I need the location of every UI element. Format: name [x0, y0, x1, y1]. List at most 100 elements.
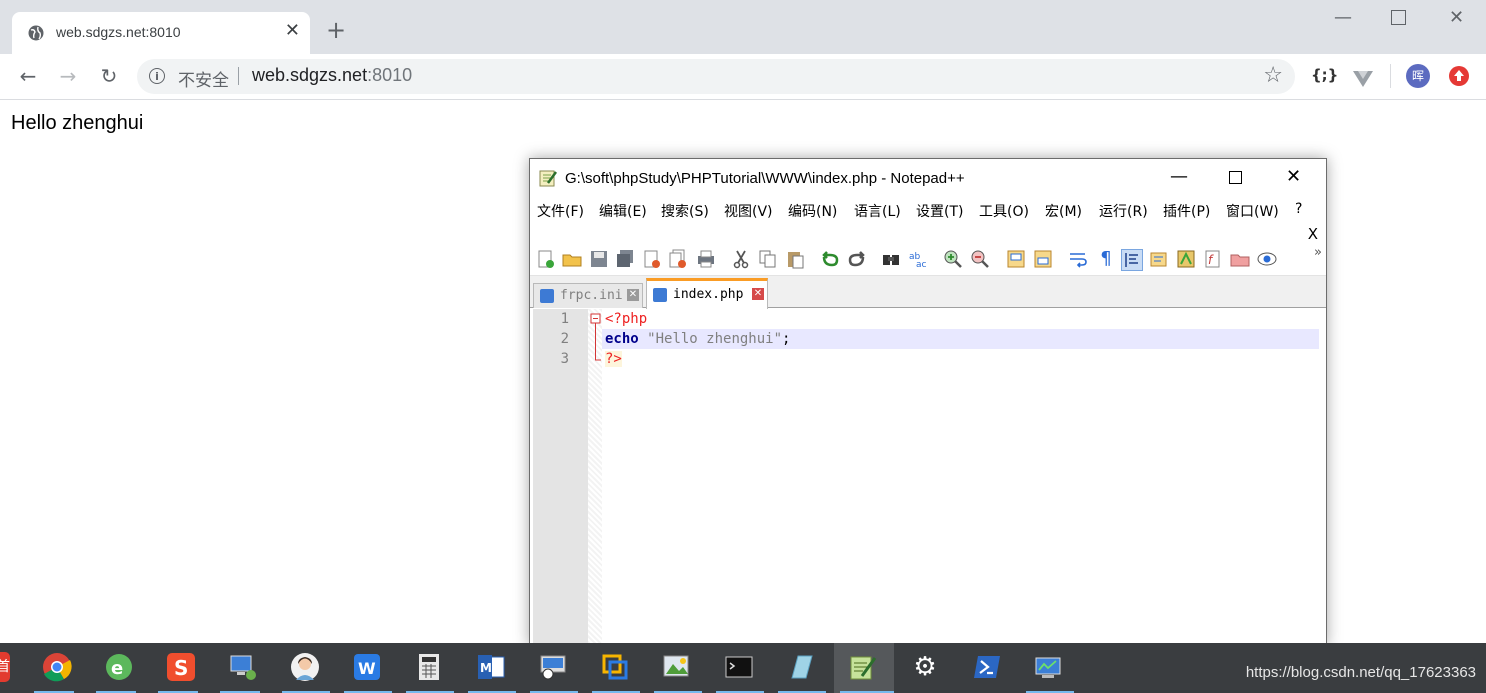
outlook-app-icon[interactable]: M — [476, 652, 506, 682]
zoom-in-icon[interactable] — [943, 249, 963, 269]
close-all-icon[interactable] — [668, 249, 688, 269]
monitoring-icon[interactable] — [1257, 249, 1277, 269]
undo-icon[interactable] — [820, 249, 840, 269]
copy-icon[interactable] — [758, 249, 778, 269]
word-wrap-icon[interactable] — [1068, 249, 1088, 269]
menu-file[interactable]: 文件(F) — [537, 201, 584, 221]
close-file-icon[interactable] — [642, 249, 662, 269]
tab-close-icon[interactable]: ✕ — [285, 21, 300, 41]
save-all-icon[interactable] — [615, 249, 635, 269]
function-list-icon[interactable]: f — [1203, 249, 1223, 269]
menu-run[interactable]: 运行(R) — [1099, 201, 1148, 221]
menu-tools[interactable]: 工具(O) — [979, 201, 1029, 221]
doc-map-icon[interactable] — [1176, 249, 1196, 269]
info-icon[interactable]: i — [149, 68, 165, 84]
chrome-icon[interactable] — [42, 652, 72, 682]
tab-label: frpc.ini — [560, 288, 623, 303]
json-extension-icon[interactable]: {;} — [1311, 66, 1338, 88]
menu-settings[interactable]: 设置(T) — [916, 201, 963, 221]
close-document-button[interactable]: X — [1308, 225, 1318, 243]
address-bar[interactable]: i 不安全 web.sdgzs.net:8010 ☆ — [137, 59, 1295, 94]
cut-icon[interactable] — [731, 249, 751, 269]
menu-window[interactable]: 窗口(W) — [1226, 201, 1279, 221]
tab-close-icon[interactable]: ✕ — [752, 288, 764, 300]
line-number: 2 — [560, 331, 569, 347]
bookmark-star-icon[interactable]: ☆ — [1263, 63, 1283, 88]
new-tab-button[interactable]: + — [326, 18, 346, 42]
vue-devtools-icon[interactable] — [1352, 68, 1374, 90]
browser-tab[interactable]: web.sdgzs.net:8010 ✕ — [12, 12, 310, 54]
back-icon[interactable]: ← — [16, 64, 40, 88]
image-viewer-icon[interactable] — [662, 652, 692, 682]
powershell-icon[interactable] — [972, 652, 1002, 682]
line-number: 3 — [560, 351, 569, 367]
notepadpp-app-icon — [539, 170, 557, 187]
avatar-app-icon[interactable] — [290, 652, 320, 682]
semicolon: ; — [782, 331, 791, 347]
sync-horizontal-icon[interactable] — [1033, 249, 1053, 269]
php-open-tag: <?php — [605, 311, 648, 327]
find-icon[interactable] — [881, 249, 901, 269]
url-text[interactable]: web.sdgzs.net:8010 — [252, 65, 412, 86]
menu-help[interactable]: ? — [1295, 201, 1302, 217]
npp-maximize-icon[interactable] — [1229, 171, 1242, 184]
svg-text:e: e — [111, 658, 123, 679]
calculator-icon[interactable] — [414, 652, 444, 682]
menu-edit[interactable]: 编辑(E) — [599, 201, 647, 221]
profile-avatar[interactable]: 晖 — [1406, 64, 1430, 88]
network-computer-icon[interactable] — [228, 652, 258, 682]
paste-icon[interactable] — [785, 249, 805, 269]
remote-desktop-icon[interactable] — [538, 652, 568, 682]
forward-icon[interactable]: → — [56, 64, 80, 88]
npp-toolbar: ab ac ¶ f » — [530, 245, 1326, 276]
sync-vertical-icon[interactable] — [1006, 249, 1026, 269]
redo-icon[interactable] — [847, 249, 867, 269]
menu-language[interactable]: 语言(L) — [854, 201, 901, 221]
folder-workspace-icon[interactable] — [1230, 249, 1250, 269]
line-number: 1 — [560, 311, 569, 327]
user-define-lang-icon[interactable] — [1149, 249, 1169, 269]
update-icon[interactable] — [1448, 65, 1470, 87]
insecure-label[interactable]: 不安全 — [178, 66, 229, 91]
minimize-icon[interactable]: — — [1334, 8, 1352, 28]
replace-icon[interactable]: abac — [908, 249, 928, 269]
new-file-icon[interactable] — [536, 249, 556, 269]
terminal-icon[interactable] — [724, 652, 754, 682]
string-literal: "Hello zhenghui" — [647, 331, 783, 347]
ie-browser-icon[interactable]: e — [104, 652, 134, 682]
show-all-chars-icon[interactable]: ¶ — [1096, 249, 1116, 269]
print-icon[interactable] — [696, 249, 716, 269]
virtual-box-icon[interactable] — [600, 652, 630, 682]
maximize-icon[interactable] — [1391, 10, 1406, 25]
taskbar-app-partial-icon[interactable]: 首 — [0, 652, 10, 682]
notes-app-icon[interactable] — [786, 652, 816, 682]
echo-keyword: echo — [605, 331, 639, 347]
menu-plugins[interactable]: 插件(P) — [1163, 201, 1210, 221]
menu-search[interactable]: 搜索(S) — [661, 201, 709, 221]
menu-view[interactable]: 视图(V) — [724, 201, 773, 221]
tab-close-icon[interactable]: ✕ — [627, 289, 639, 301]
sogou-input-icon[interactable]: S — [166, 652, 196, 682]
npp-minimize-icon[interactable]: — — [1170, 167, 1188, 187]
open-file-icon[interactable] — [562, 249, 582, 269]
notepadpp-window: G:\soft\phpStudy\PHPTutorial\WWW\index.p… — [529, 158, 1327, 646]
menu-encoding[interactable]: 编码(N) — [788, 201, 837, 221]
close-window-icon[interactable]: ✕ — [1449, 8, 1464, 28]
zoom-out-icon[interactable] — [970, 249, 990, 269]
menu-macro[interactable]: 宏(M) — [1045, 201, 1082, 221]
wps-icon[interactable]: W — [352, 652, 382, 682]
fold-marker-icon[interactable] — [590, 313, 602, 365]
toolbar-overflow-icon[interactable]: » — [1314, 245, 1322, 260]
code-editor[interactable]: 1 2 3 <?php echo "Hello zhenghui"; ?> — [533, 309, 1323, 645]
reload-icon[interactable]: ↻ — [97, 64, 121, 88]
tab-index-php[interactable]: index.php ✕ — [646, 278, 768, 311]
npp-title: G:\soft\phpStudy\PHPTutorial\WWW\index.p… — [565, 170, 965, 187]
tab-frpc-ini[interactable]: frpc.ini ✕ — [533, 283, 643, 308]
npp-close-icon[interactable]: ✕ — [1286, 167, 1301, 187]
notepadpp-taskbar-icon[interactable] — [848, 652, 878, 682]
save-icon[interactable] — [589, 249, 609, 269]
npp-menubar: 文件(F) 编辑(E) 搜索(S) 视图(V) 编码(N) 语言(L) 设置(T… — [530, 199, 1326, 223]
indent-guide-icon[interactable] — [1121, 249, 1143, 271]
system-monitor-icon[interactable] — [1034, 652, 1064, 682]
settings-gear-icon[interactable]: ⚙ — [910, 652, 940, 682]
